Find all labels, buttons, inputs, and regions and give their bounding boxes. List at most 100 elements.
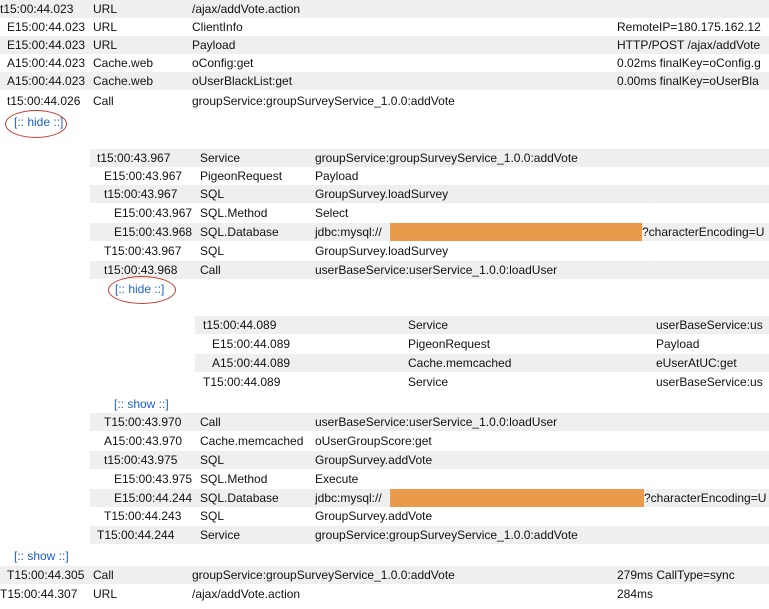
row-time: A15:00:44.089 <box>212 356 291 370</box>
row-name: GroupSurvey.loadSurvey <box>315 187 449 201</box>
trace-row: T15:00:44.307 URL /ajax/addVote.action 2… <box>0 585 769 603</box>
redaction-box <box>390 223 642 241</box>
row-time: E15:00:44.023 <box>7 20 86 34</box>
row-name: groupService:groupSurveyService_1.0.0:ad… <box>192 568 455 582</box>
trace-row: A15:00:43.970 Cache.memcached oUserGroup… <box>90 432 769 450</box>
row-suffix: ?characterEncoding=U <box>642 225 765 239</box>
redaction-box <box>390 489 644 507</box>
trace-row: t15:00:43.967 SQL GroupSurvey.loadSurvey <box>90 185 769 203</box>
trace-row: T15:00:44.305 Call groupService:groupSur… <box>0 566 769 584</box>
row-data: 0.00ms finalKey=oUserBla <box>617 74 759 88</box>
trace-row: t15:00:44.023 URL /ajax/addVote.action <box>0 0 769 18</box>
row-time: t15:00:43.968 <box>104 263 178 277</box>
trace-row: A15:00:44.023 Cache.web oConfig:get 0.02… <box>0 54 769 72</box>
row-name: GroupSurvey.loadSurvey <box>315 244 449 258</box>
row-time: T15:00:44.089 <box>203 375 281 389</box>
row-time: t15:00:44.089 <box>203 318 277 332</box>
trace-row: T15:00:44.089 Service userBaseService:us <box>195 373 769 391</box>
show-toggle-level2[interactable]: [:: show ::] <box>114 395 169 413</box>
row-time: T15:00:44.244 <box>97 528 175 542</box>
row-time: A15:00:43.970 <box>104 434 183 448</box>
row-time: t15:00:43.975 <box>104 453 178 467</box>
row-type: URL <box>93 2 118 16</box>
row-time: E15:00:43.968 <box>114 225 193 239</box>
row-name: Execute <box>315 472 359 486</box>
trace-row: t15:00:43.967 Service groupService:group… <box>90 149 769 167</box>
row-name: /ajax/addVote.action <box>192 2 301 16</box>
row-name: eUserAtUC:get <box>656 356 737 370</box>
row-name: GroupSurvey.addVote <box>315 453 433 467</box>
row-type: Call <box>93 94 114 108</box>
row-time: E15:00:44.244 <box>114 491 193 505</box>
row-time: T15:00:43.970 <box>104 415 182 429</box>
trace-row: E15:00:44.023 URL Payload HTTP/POST /aja… <box>0 36 769 54</box>
row-time: A15:00:44.023 <box>7 74 86 88</box>
row-type: Call <box>93 568 114 582</box>
row-time: T15:00:44.243 <box>104 509 182 523</box>
row-type: Service <box>408 318 449 332</box>
row-type: SQL.Database <box>200 225 279 239</box>
row-time: t15:00:44.023 <box>0 2 74 16</box>
row-type: URL <box>93 38 118 52</box>
row-type: SQL <box>200 187 225 201</box>
trace-row: t15:00:43.975 SQL GroupSurvey.addVote <box>90 451 769 469</box>
row-time: t15:00:43.967 <box>97 151 171 165</box>
row-type: Cache.web <box>93 56 154 70</box>
trace-row: E15:00:43.975 SQL.Method Execute <box>90 470 769 488</box>
trace-row: E15:00:44.023 URL ClientInfo RemoteIP=18… <box>0 18 769 36</box>
trace-row: T15:00:43.970 Call userBaseService:userS… <box>90 413 769 431</box>
trace-row: T15:00:44.244 Service groupService:group… <box>90 526 769 544</box>
trace-row: T15:00:44.243 SQL GroupSurvey.addVote <box>90 507 769 525</box>
row-time: E15:00:44.089 <box>212 337 291 351</box>
trace-row: A15:00:44.089 Cache.memcached eUserAtUC:… <box>195 354 769 372</box>
row-type: Cache.memcached <box>408 356 512 370</box>
trace-row: E15:00:43.968 SQL.Database jdbc:mysql://… <box>90 223 769 241</box>
row-time: E15:00:43.975 <box>114 472 193 486</box>
row-time: t15:00:44.026 <box>7 94 81 108</box>
trace-row: t15:00:44.089 Service userBaseService:us <box>195 316 769 334</box>
row-type: Service <box>200 151 241 165</box>
hide-toggle-outer[interactable]: [:: hide ::] <box>14 113 63 131</box>
show-toggle-outer[interactable]: [:: show ::] <box>14 547 69 565</box>
row-name: oUserBlackList:get <box>192 74 293 88</box>
trace-row: A15:00:44.023 Cache.web oUserBlackList:g… <box>0 72 769 90</box>
trace-row: E15:00:43.967 PigeonRequest Payload <box>90 167 769 185</box>
row-name: jdbc:mysql:// <box>315 225 382 239</box>
row-type: SQL <box>200 509 225 523</box>
row-type: SQL.Database <box>200 491 279 505</box>
row-name: /ajax/addVote.action <box>192 587 301 601</box>
row-type: SQL <box>200 453 225 467</box>
row-name: GroupSurvey.addVote <box>315 509 433 523</box>
row-data: 279ms CallType=sync <box>617 568 735 582</box>
row-name: jdbc:mysql:// <box>315 491 382 505</box>
row-name: oUserGroupScore:get <box>315 434 432 448</box>
row-type: PigeonRequest <box>200 169 283 183</box>
row-time: E15:00:43.967 <box>104 169 183 183</box>
row-type: SQL <box>200 244 225 258</box>
trace-row: E15:00:44.089 PigeonRequest Payload <box>195 335 769 353</box>
row-name: ClientInfo <box>192 20 243 34</box>
row-type: SQL.Method <box>200 472 268 486</box>
trace-row: t15:00:44.026 Call groupService:groupSur… <box>0 92 769 110</box>
row-type: PigeonRequest <box>408 337 491 351</box>
hide-toggle-level2[interactable]: [:: hide ::] <box>115 280 164 298</box>
row-type: Service <box>200 528 241 542</box>
row-suffix: ?characterEncoding=U <box>644 491 767 505</box>
row-type: SQL.Method <box>200 206 268 220</box>
row-name: groupService:groupSurveyService_1.0.0:ad… <box>192 94 455 108</box>
trace-row: T15:00:43.967 SQL GroupSurvey.loadSurvey <box>90 242 769 260</box>
trace-row: t15:00:43.968 Call userBaseService:userS… <box>90 261 769 279</box>
row-type: Call <box>200 415 221 429</box>
row-data: RemoteIP=180.175.162.12 <box>617 20 761 34</box>
row-name: userBaseService:us <box>656 318 763 332</box>
row-data: 0.02ms finalKey=oConfig.g <box>617 56 761 70</box>
row-type: Cache.memcached <box>200 434 304 448</box>
row-data: 284ms <box>617 587 654 601</box>
row-type: Call <box>200 263 221 277</box>
row-name: userBaseService:userService_1.0.0:loadUs… <box>315 415 558 429</box>
row-name: userBaseService:us <box>656 375 763 389</box>
row-type: URL <box>93 587 118 601</box>
row-time: T15:00:43.967 <box>104 244 182 258</box>
row-time: A15:00:44.023 <box>7 56 86 70</box>
row-time: t15:00:43.967 <box>104 187 178 201</box>
